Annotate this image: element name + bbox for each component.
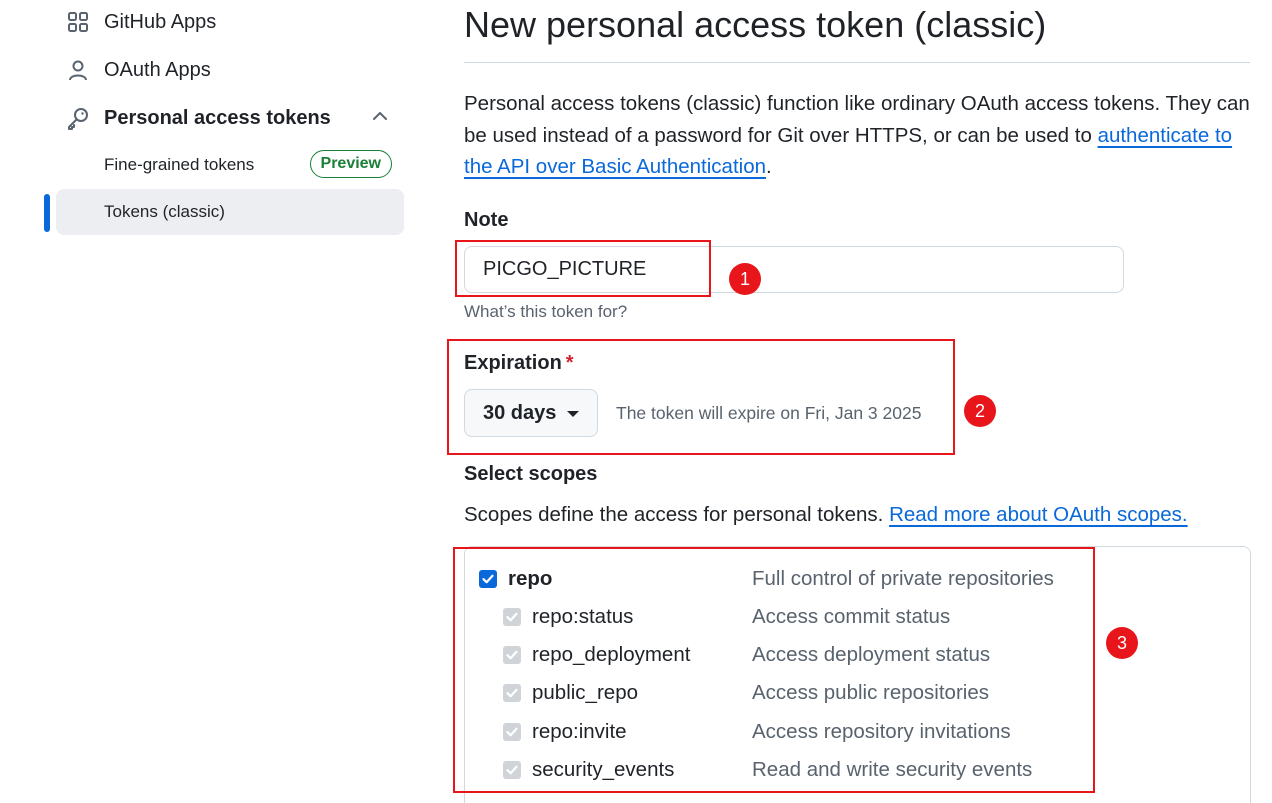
select-scopes-label: Select scopes bbox=[464, 463, 598, 485]
intro-paragraph: Personal access tokens (classic) functio… bbox=[464, 88, 1250, 183]
note-label: Note bbox=[464, 209, 509, 231]
sidebar-item-label: OAuth Apps bbox=[104, 58, 211, 81]
sidebar-subitem-label: Fine-grained tokens bbox=[104, 155, 255, 174]
oauth-scopes-link[interactable]: Read more about OAuth scopes. bbox=[889, 503, 1188, 526]
person-icon bbox=[66, 58, 90, 82]
scopes-description: Scopes define the access for personal to… bbox=[464, 503, 1188, 527]
scopes-desc-text: Scopes define the access for personal to… bbox=[464, 503, 890, 526]
annotation-number-3: 3 bbox=[1106, 627, 1138, 659]
annotation-number-1: 1 bbox=[729, 263, 761, 295]
intro-end: . bbox=[766, 155, 772, 178]
settings-sidebar: GitHub Apps OAuth Apps Personal access t… bbox=[0, 0, 420, 803]
sidebar-item-label: GitHub Apps bbox=[104, 10, 217, 33]
sidebar-item-oauth-apps[interactable]: OAuth Apps bbox=[56, 48, 404, 92]
preview-badge: Preview bbox=[309, 150, 392, 178]
page-title: New personal access token (classic) bbox=[464, 4, 1047, 45]
sidebar-subitem-fine-grained-tokens[interactable]: Fine-grained tokens Preview bbox=[56, 142, 404, 188]
sidebar-item-label: Personal access tokens bbox=[104, 106, 331, 129]
annotation-box-2 bbox=[447, 339, 955, 455]
apps-grid-icon bbox=[66, 10, 90, 34]
annotation-box-3 bbox=[453, 547, 1095, 793]
note-hint: What’s this token for? bbox=[464, 302, 628, 321]
sidebar-item-github-apps[interactable]: GitHub Apps bbox=[56, 0, 404, 44]
title-divider bbox=[464, 62, 1250, 63]
sidebar-subitem-label: Tokens (classic) bbox=[104, 202, 225, 221]
annotation-box-1 bbox=[455, 240, 711, 297]
annotation-number-2: 2 bbox=[964, 395, 996, 427]
active-indicator bbox=[44, 194, 50, 232]
sidebar-subitem-tokens-classic[interactable]: Tokens (classic) bbox=[56, 189, 404, 235]
chevron-up-icon[interactable] bbox=[370, 106, 390, 126]
key-icon bbox=[66, 106, 90, 130]
sidebar-item-personal-access-tokens[interactable]: Personal access tokens bbox=[56, 96, 404, 140]
